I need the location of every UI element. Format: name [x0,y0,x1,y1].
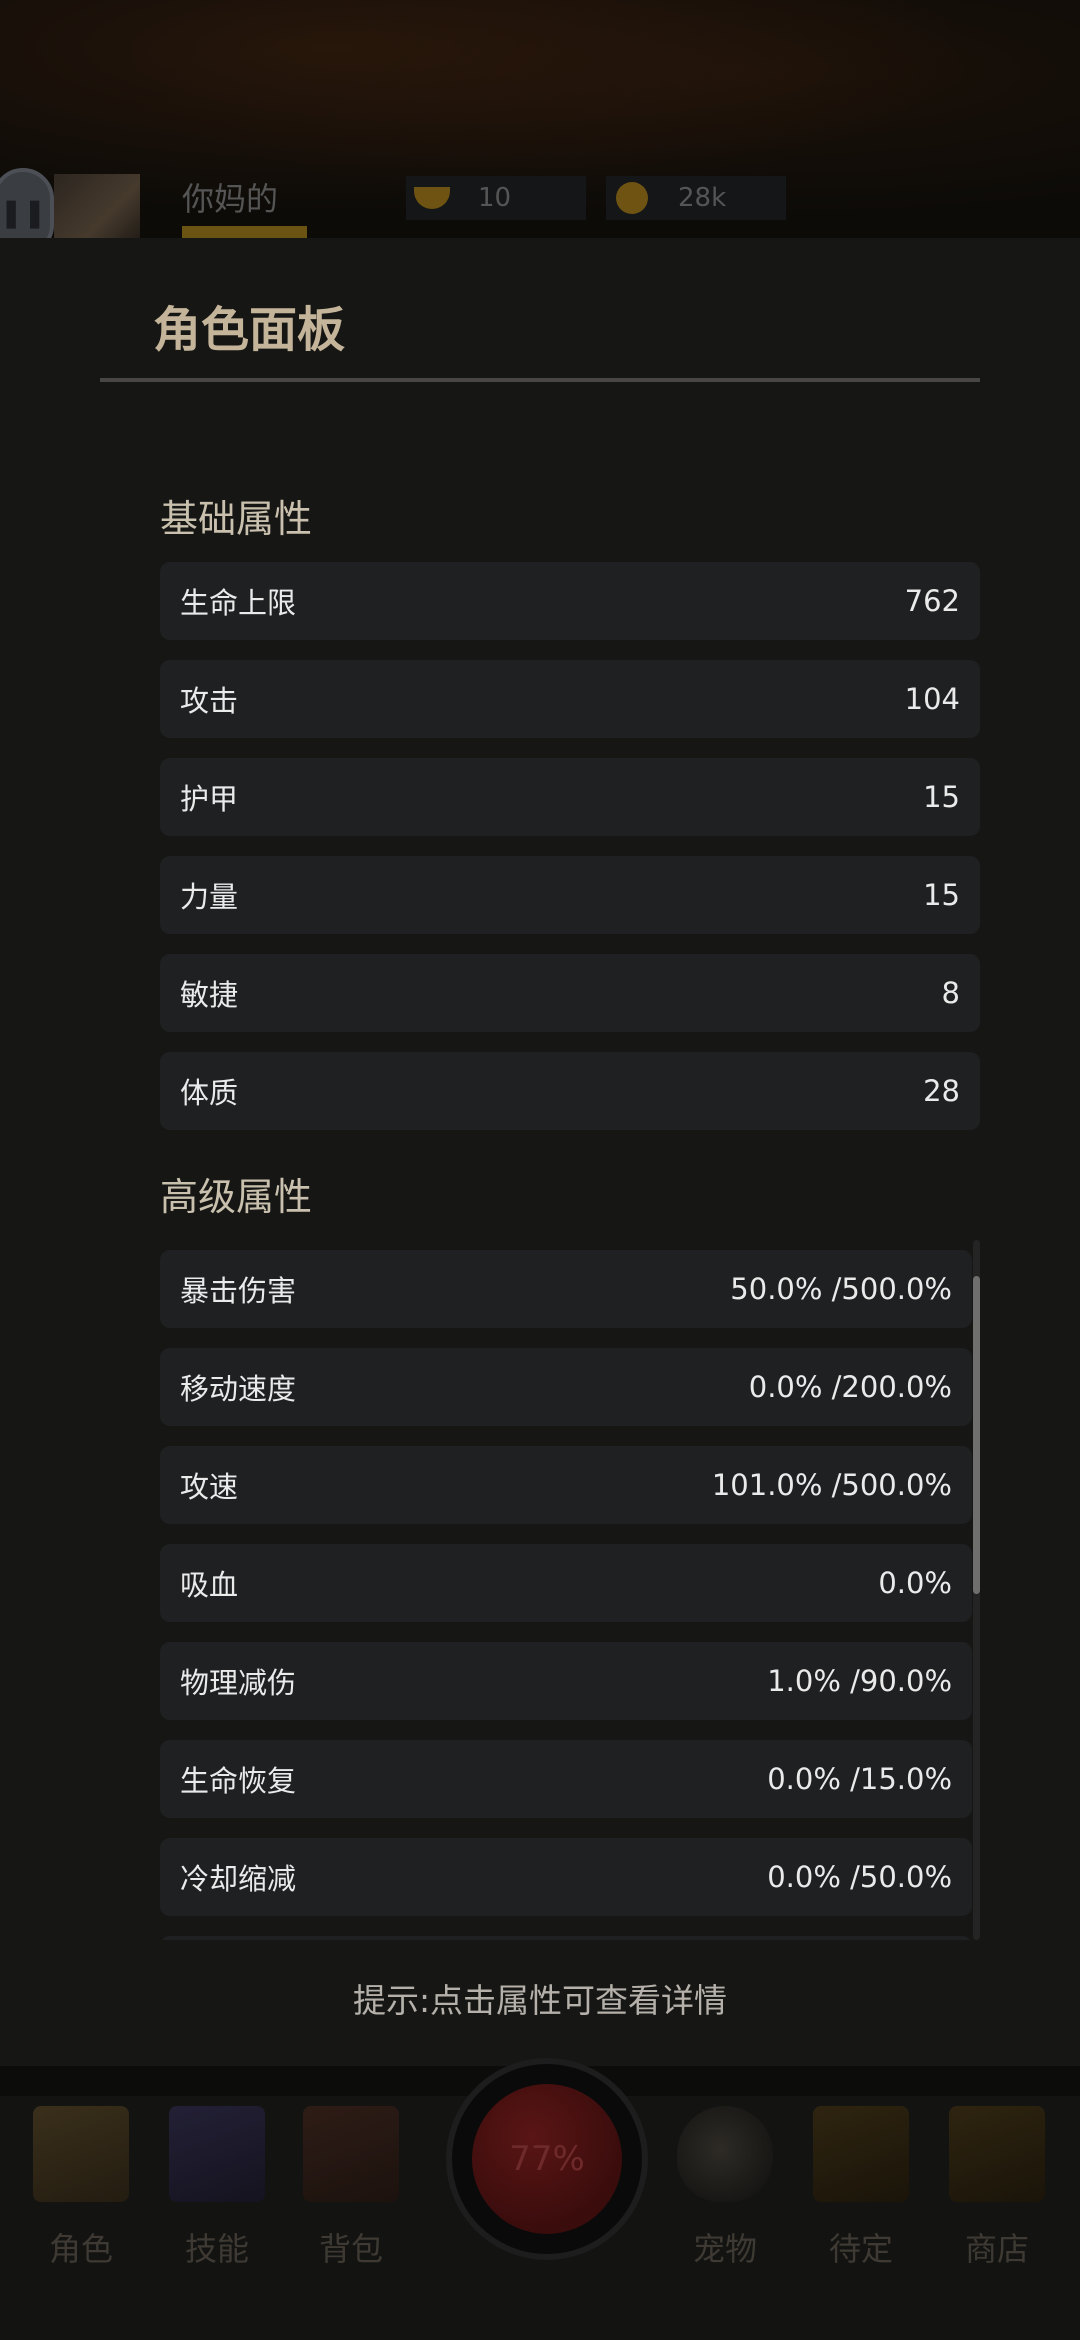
top-hud: ❚❚ 你妈的 10 28k [0,160,1080,256]
health-orb: 77% [472,2084,622,2234]
advanced-attributes-heading: 高级属性 [160,1175,313,1219]
coin-counter: 28k [606,176,786,220]
center-orb-button[interactable]: 77% [446,2058,648,2260]
avatar[interactable] [54,174,140,246]
stat-value: 0.0% [878,1566,952,1600]
nav-label: 背包 [318,2230,383,2268]
pause-icon: ❚❚ [0,195,47,229]
stat-value: 1.0% /90.0% [767,1664,952,1698]
scrollbar-thumb[interactable] [973,1276,980,1594]
title-divider [100,378,980,382]
nav-item-backpack[interactable]: 背包 [296,2106,406,2270]
tent-icon [33,2106,129,2202]
stat-value: 0.0% /15.0% [767,1762,952,1796]
nav-item-pending[interactable]: 待定 [806,2106,916,2270]
stat-label: 暴击伤害 [180,1274,297,1308]
nav-label: 待定 [828,2230,893,2268]
stat-label: 体质 [180,1076,239,1110]
player-name: 你妈的 [182,180,279,218]
backpack-icon [303,2106,399,2202]
nav-item-pet[interactable]: 宠物 [670,2106,780,2270]
stat-row-armor[interactable]: 护甲 15 [160,758,980,836]
stat-label: 吸血 [180,1568,239,1602]
stat-label: 敏捷 [180,978,239,1012]
stat-value: 15 [923,780,960,814]
advanced-stats-list[interactable]: 暴击伤害 50.0% /500.0% 移动速度 0.0% /200.0% 攻速 … [0,1240,1080,1940]
egg-icon [677,2106,773,2202]
stat-value: 8 [941,976,960,1010]
chest-icon [813,2106,909,2202]
stat-label: 护甲 [180,782,239,816]
stat-value: 28 [923,1074,960,1108]
gold-ingot-value: 10 [478,183,512,213]
stat-row-physical-reduction[interactable]: 物理减伤 1.0% /90.0% [160,1642,972,1720]
stat-value: 0.0% /50.0% [767,1860,952,1894]
stat-row-agility[interactable]: 敏捷 8 [160,954,980,1032]
stat-label: 力量 [180,880,239,914]
gold-ingot-icon [412,178,452,218]
nav-label: 商店 [964,2230,1029,2268]
screen: ❚❚ 你妈的 10 28k 角色面板 基础属性 生命上限 762 攻击 104 … [0,0,1080,2340]
coin-icon [612,178,652,218]
gold-ingot-counter: 10 [406,176,586,220]
stat-label: 冷却缩减 [180,1862,297,1896]
basic-attributes-heading: 基础属性 [160,497,313,541]
stat-row-more[interactable] [160,1936,972,1940]
character-panel: 角色面板 基础属性 生命上限 762 攻击 104 护甲 15 力量 15 敏捷… [0,238,1080,2066]
stat-label: 物理减伤 [180,1666,297,1700]
stat-value: 50.0% /500.0% [730,1272,952,1306]
coin-value: 28k [678,183,727,213]
stat-row-move-speed[interactable]: 移动速度 0.0% /200.0% [160,1348,972,1426]
shop-chest-icon [949,2106,1045,2202]
stat-value: 15 [923,878,960,912]
nav-label: 宠物 [692,2230,757,2268]
stat-row-constitution[interactable]: 体质 28 [160,1052,980,1130]
stat-label: 攻速 [180,1470,239,1504]
nav-item-shop[interactable]: 商店 [942,2106,1052,2270]
stat-value: 762 [904,584,960,618]
stat-value: 101.0% /500.0% [711,1468,952,1502]
nav-label: 技能 [184,2230,249,2268]
stat-value: 0.0% /200.0% [748,1370,952,1404]
skill-book-icon [169,2106,265,2202]
nav-item-skills[interactable]: 技能 [162,2106,272,2270]
stat-row-cooldown-reduction[interactable]: 冷却缩减 0.0% /50.0% [160,1838,972,1916]
stat-row-strength[interactable]: 力量 15 [160,856,980,934]
stat-label: 攻击 [180,684,239,718]
stat-row-attack[interactable]: 攻击 104 [160,660,980,738]
hint-text: 提示:点击属性可查看详情 [352,1981,728,2020]
stat-label: 移动速度 [180,1372,297,1406]
stat-row-max-hp[interactable]: 生命上限 762 [160,562,980,640]
stat-label: 生命恢复 [180,1764,297,1798]
stat-row-lifesteal[interactable]: 吸血 0.0% [160,1544,972,1622]
stat-label: 生命上限 [180,586,297,620]
panel-title: 角色面板 [153,302,346,358]
nav-label: 角色 [48,2230,113,2268]
orb-progress-text: 77% [509,2139,585,2179]
stat-value: 104 [904,682,960,716]
nav-item-character[interactable]: 角色 [26,2106,136,2270]
stat-row-attack-speed[interactable]: 攻速 101.0% /500.0% [160,1446,972,1524]
stat-row-crit-damage[interactable]: 暴击伤害 50.0% /500.0% [160,1250,972,1328]
stat-row-hp-regen[interactable]: 生命恢复 0.0% /15.0% [160,1740,972,1818]
